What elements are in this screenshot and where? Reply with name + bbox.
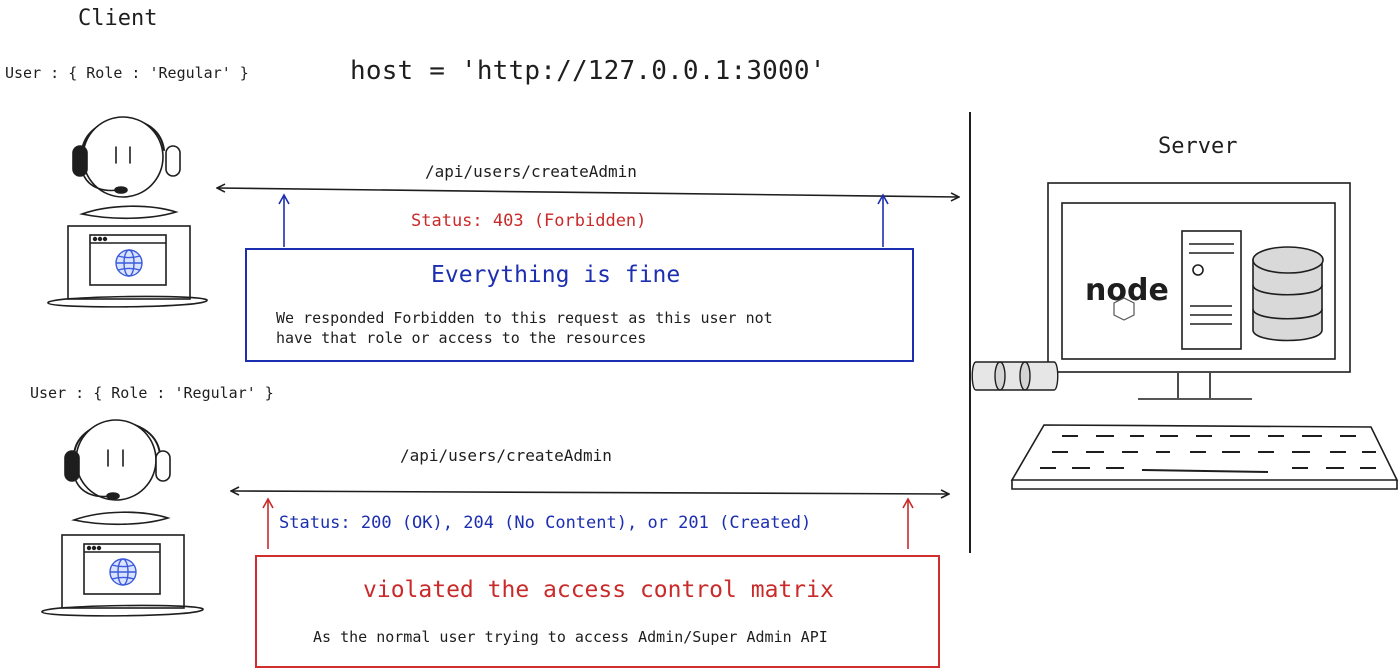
top-user-with-headset-icon (72, 116, 181, 220)
nodejs-logo-icon: node (1085, 273, 1169, 321)
keyboard-icon (1010, 424, 1399, 490)
database-icon (1252, 246, 1324, 342)
cable-icon (971, 361, 1059, 391)
bottom-request-arrow (232, 491, 948, 494)
bottom-globe-icon (109, 558, 137, 586)
top-request-arrow (218, 188, 958, 197)
bottom-user-with-headset-icon (64, 419, 171, 526)
server-tower-icon (1181, 230, 1242, 350)
top-globe-icon (115, 249, 143, 277)
diagram-drawing: node (41, 112, 1399, 617)
